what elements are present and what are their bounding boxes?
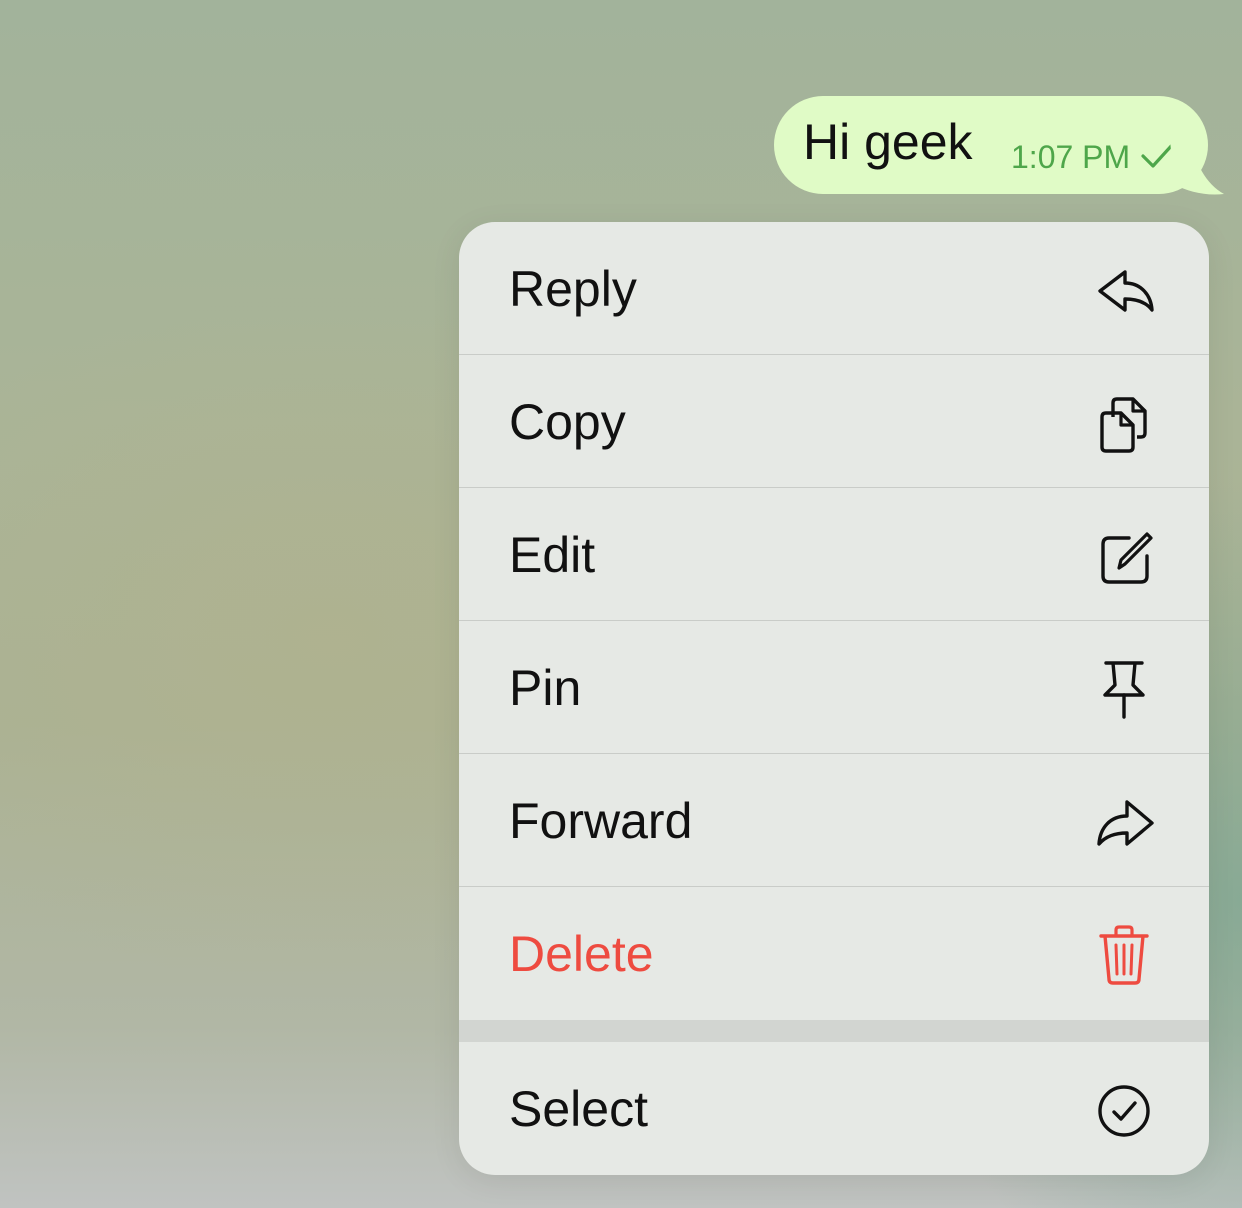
bubble-tail — [1170, 140, 1224, 195]
menu-item-label: Edit — [509, 527, 596, 583]
menu-item-label: Delete — [509, 926, 654, 982]
menu-item-pin[interactable]: Pin — [459, 621, 1209, 754]
trash-icon — [1089, 923, 1159, 987]
menu-section-divider — [459, 1020, 1209, 1042]
pin-icon — [1089, 657, 1159, 721]
menu-item-select[interactable]: Select — [459, 1042, 1209, 1175]
reply-icon — [1089, 258, 1159, 322]
select-circle-check-icon — [1089, 1078, 1159, 1142]
message-time: 1:07 PM — [1011, 139, 1131, 175]
menu-item-label: Copy — [509, 394, 626, 450]
message-text: Hi geek — [803, 114, 973, 170]
menu-item-label: Forward — [509, 793, 693, 849]
forward-icon — [1089, 790, 1159, 854]
menu-item-copy[interactable]: Copy — [459, 355, 1209, 488]
menu-item-edit[interactable]: Edit — [459, 488, 1209, 621]
message-context-menu: Reply Copy Edit Pin Forward Delete Selec… — [459, 222, 1209, 1175]
message-bubble[interactable]: Hi geek 1:07 PM — [774, 96, 1208, 194]
menu-item-delete[interactable]: Delete — [459, 887, 1209, 1020]
menu-item-label: Pin — [509, 660, 582, 716]
menu-item-forward[interactable]: Forward — [459, 754, 1209, 887]
menu-item-label: Reply — [509, 261, 637, 317]
edit-icon — [1089, 524, 1159, 588]
menu-item-reply[interactable]: Reply — [459, 222, 1209, 355]
copy-icon — [1089, 391, 1159, 455]
menu-item-label: Select — [509, 1081, 648, 1137]
